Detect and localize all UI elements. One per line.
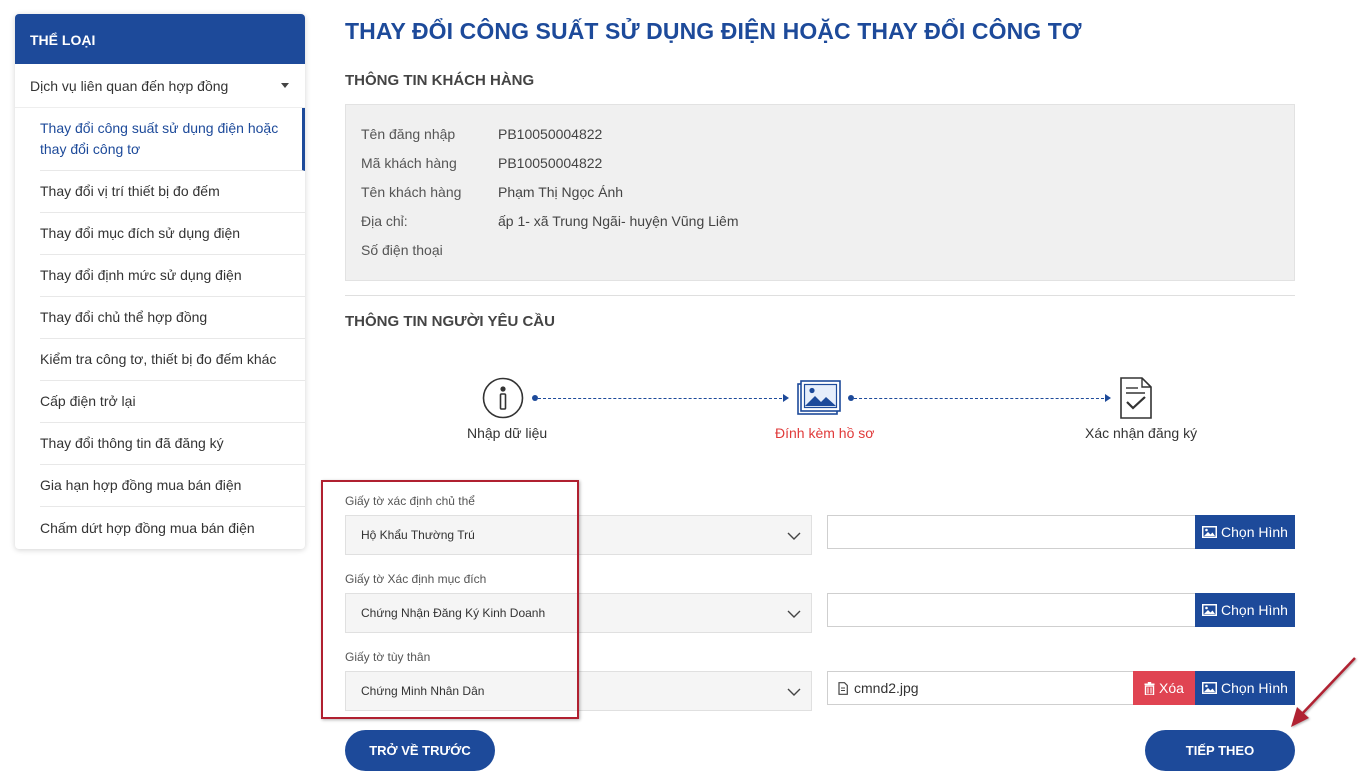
info-icon bbox=[482, 377, 524, 424]
info-value: PB10050004822 bbox=[498, 155, 603, 171]
button-label: Chọn Hình bbox=[1221, 602, 1288, 618]
image-icon bbox=[1202, 526, 1218, 538]
info-value: ấp 1- xã Trung Ngãi- huyện Vũng Liêm bbox=[498, 213, 739, 229]
sidebar-item-label: Thay đổi mục đích sử dụng điện bbox=[40, 225, 241, 241]
sidebar-item-reconnect[interactable]: Cấp điện trở lại bbox=[40, 381, 305, 423]
sidebar-header: THỂ LOẠI bbox=[15, 14, 305, 64]
sidebar-item-change-info[interactable]: Thay đổi thông tin đã đăng ký bbox=[40, 423, 305, 465]
chevron-down-icon bbox=[787, 610, 801, 618]
info-label: Mã khách hàng bbox=[361, 155, 457, 171]
chevron-down-icon bbox=[787, 532, 801, 540]
sidebar-item-change-capacity[interactable]: Thay đổi công suất sử dụng điện hoặc tha… bbox=[40, 108, 305, 171]
info-value: Phạm Thị Ngọc Ánh bbox=[498, 184, 624, 200]
sidebar-item-label: Kiểm tra công tơ, thiết bị đo đếm khác bbox=[40, 351, 277, 367]
step-label-input: Nhập dữ liệu bbox=[467, 425, 548, 441]
next-button[interactable]: TIẾP THEO bbox=[1145, 730, 1295, 771]
sidebar-item-check-meter[interactable]: Kiểm tra công tơ, thiết bị đo đếm khác bbox=[40, 339, 305, 381]
back-button[interactable]: TRỞ VỀ TRƯỚC bbox=[345, 730, 495, 771]
info-value: PB10050004822 bbox=[498, 126, 603, 142]
choose-image-button[interactable]: Chọn Hình bbox=[1195, 515, 1295, 549]
info-row-username: Tên đăng nhập PB10050004822 bbox=[361, 126, 602, 142]
info-label: Số điện thoại bbox=[361, 242, 443, 258]
identity-file-input[interactable] bbox=[827, 515, 1197, 549]
annotation-arrow-icon bbox=[1291, 657, 1356, 727]
sidebar-item-label: Gia hạn hợp đồng mua bán điện bbox=[40, 477, 242, 493]
customer-section-title: THÔNG TIN KHÁCH HÀNG bbox=[345, 72, 535, 89]
info-row-address: Địa chỉ: ấp 1- xã Trung Ngãi- huyện Vũng … bbox=[361, 213, 738, 229]
sidebar-item-change-norm[interactable]: Thay đổi định mức sử dụng điện bbox=[40, 255, 305, 297]
sidebar-item-label: Thay đổi thông tin đã đăng ký bbox=[40, 435, 224, 451]
personal-id-file-input[interactable]: cmnd2.jpg bbox=[827, 671, 1135, 705]
image-icon bbox=[1202, 604, 1218, 616]
info-label: Tên đăng nhập bbox=[361, 126, 456, 142]
info-row-customer-name: Tên khách hàng Phạm Thị Ngọc Ánh bbox=[361, 184, 623, 200]
button-label: Xóa bbox=[1159, 680, 1184, 696]
chevron-down-icon bbox=[787, 688, 801, 696]
sidebar-item-label: Thay đổi vị trí thiết bị đo đếm bbox=[40, 183, 220, 199]
step-label-attach: Đính kèm hồ sơ bbox=[775, 425, 875, 441]
file-name: cmnd2.jpg bbox=[854, 680, 919, 696]
arrow-right-icon bbox=[783, 394, 789, 402]
purpose-file-input[interactable] bbox=[827, 593, 1197, 627]
sidebar-item-terminate-contract[interactable]: Chấm dứt hợp đồng mua bán điện bbox=[40, 507, 305, 549]
sidebar-item-label: Thay đổi chủ thể hợp đồng bbox=[40, 309, 208, 325]
step-label-confirm: Xác nhận đăng ký bbox=[1085, 425, 1198, 441]
info-row-phone: Số điện thoại bbox=[361, 242, 498, 258]
sidebar-item-label: Thay đổi công suất sử dụng điện hoặc tha… bbox=[40, 120, 279, 157]
annotation-highlight-box bbox=[321, 480, 579, 719]
document-check-icon bbox=[1118, 377, 1154, 424]
file-icon bbox=[838, 682, 848, 695]
caret-down-icon bbox=[281, 83, 289, 88]
sidebar-item-change-purpose[interactable]: Thay đổi mục đích sử dụng điện bbox=[40, 213, 305, 255]
button-label: Chọn Hình bbox=[1221, 680, 1288, 696]
sidebar-item-label: Chấm dứt hợp đồng mua bán điện bbox=[40, 519, 255, 536]
delete-file-button[interactable]: Xóa bbox=[1133, 671, 1195, 705]
sidebar-item-change-contract-owner[interactable]: Thay đổi chủ thể hợp đồng bbox=[40, 297, 305, 339]
page-title: THAY ĐỔI CÔNG SUẤT SỬ DỤNG ĐIỆN HOẶC THA… bbox=[345, 18, 1082, 44]
sidebar-item-change-meter-location[interactable]: Thay đổi vị trí thiết bị đo đếm bbox=[40, 171, 305, 213]
sidebar-item-label: Thay đổi định mức sử dụng điện bbox=[40, 267, 242, 283]
choose-image-button[interactable]: Chọn Hình bbox=[1195, 671, 1295, 705]
step-connector bbox=[854, 398, 1104, 399]
choose-image-button[interactable]: Chọn Hình bbox=[1195, 593, 1295, 627]
trash-icon bbox=[1144, 681, 1155, 695]
arrow-right-icon bbox=[1105, 394, 1111, 402]
customer-info-box: Tên đăng nhập PB10050004822 Mã khách hàng… bbox=[345, 104, 1295, 281]
info-label: Địa chỉ: bbox=[361, 213, 408, 229]
category-sidebar: THỂ LOẠI Dịch vụ liên quan đến hợp đồng … bbox=[15, 14, 305, 549]
section-divider bbox=[345, 295, 1295, 296]
sidebar-group-contract-services[interactable]: Dịch vụ liên quan đến hợp đồng bbox=[15, 64, 305, 108]
image-icon bbox=[1202, 682, 1218, 694]
image-icon bbox=[797, 380, 841, 421]
sidebar-group-label: Dịch vụ liên quan đến hợp đồng bbox=[30, 77, 229, 94]
requester-section-title: THÔNG TIN NGƯỜI YÊU CẦU bbox=[345, 313, 555, 330]
sidebar-item-label: Cấp điện trở lại bbox=[40, 393, 136, 409]
info-row-customer-code: Mã khách hàng PB10050004822 bbox=[361, 155, 602, 171]
info-label: Tên khách hàng bbox=[361, 184, 462, 200]
step-connector bbox=[538, 398, 782, 399]
sidebar-item-extend-contract[interactable]: Gia hạn hợp đồng mua bán điện bbox=[40, 465, 305, 507]
button-label: Chọn Hình bbox=[1221, 524, 1288, 540]
